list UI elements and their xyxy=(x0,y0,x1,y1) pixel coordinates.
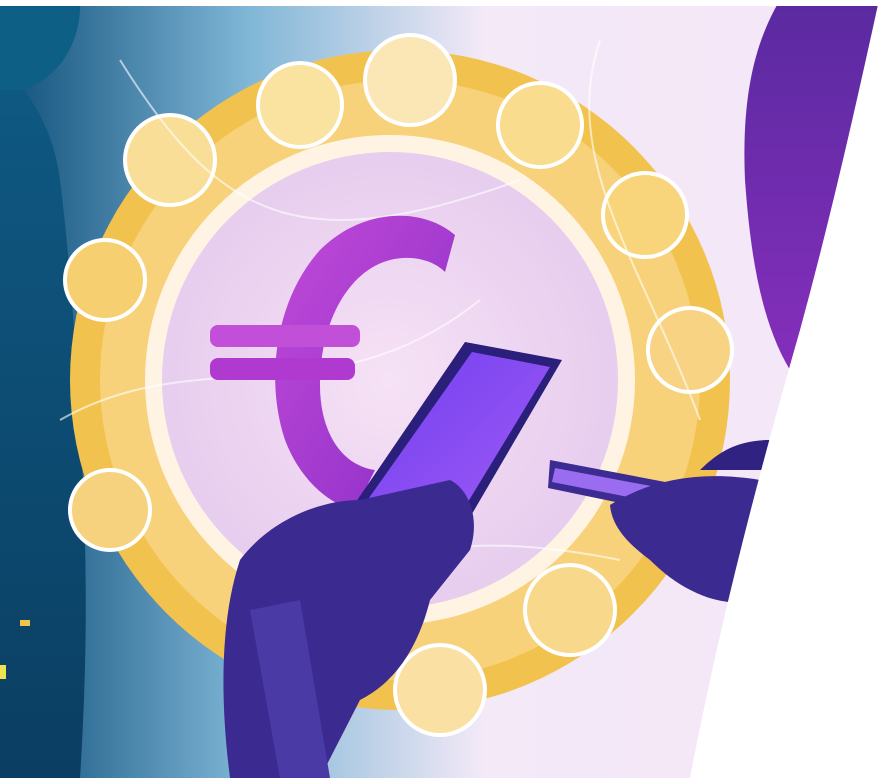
coin xyxy=(646,306,734,394)
coin xyxy=(256,61,344,149)
coin xyxy=(393,643,487,737)
sparkle xyxy=(20,620,30,626)
payment-illustration xyxy=(0,0,879,778)
coin xyxy=(363,33,457,127)
coin xyxy=(496,81,584,169)
sparkle xyxy=(0,665,6,679)
illustration-canvas xyxy=(0,0,879,778)
coin xyxy=(523,563,617,657)
coin xyxy=(68,468,152,552)
coin xyxy=(63,238,147,322)
coin xyxy=(123,113,217,207)
top-strip xyxy=(0,0,879,6)
coin xyxy=(601,171,689,259)
